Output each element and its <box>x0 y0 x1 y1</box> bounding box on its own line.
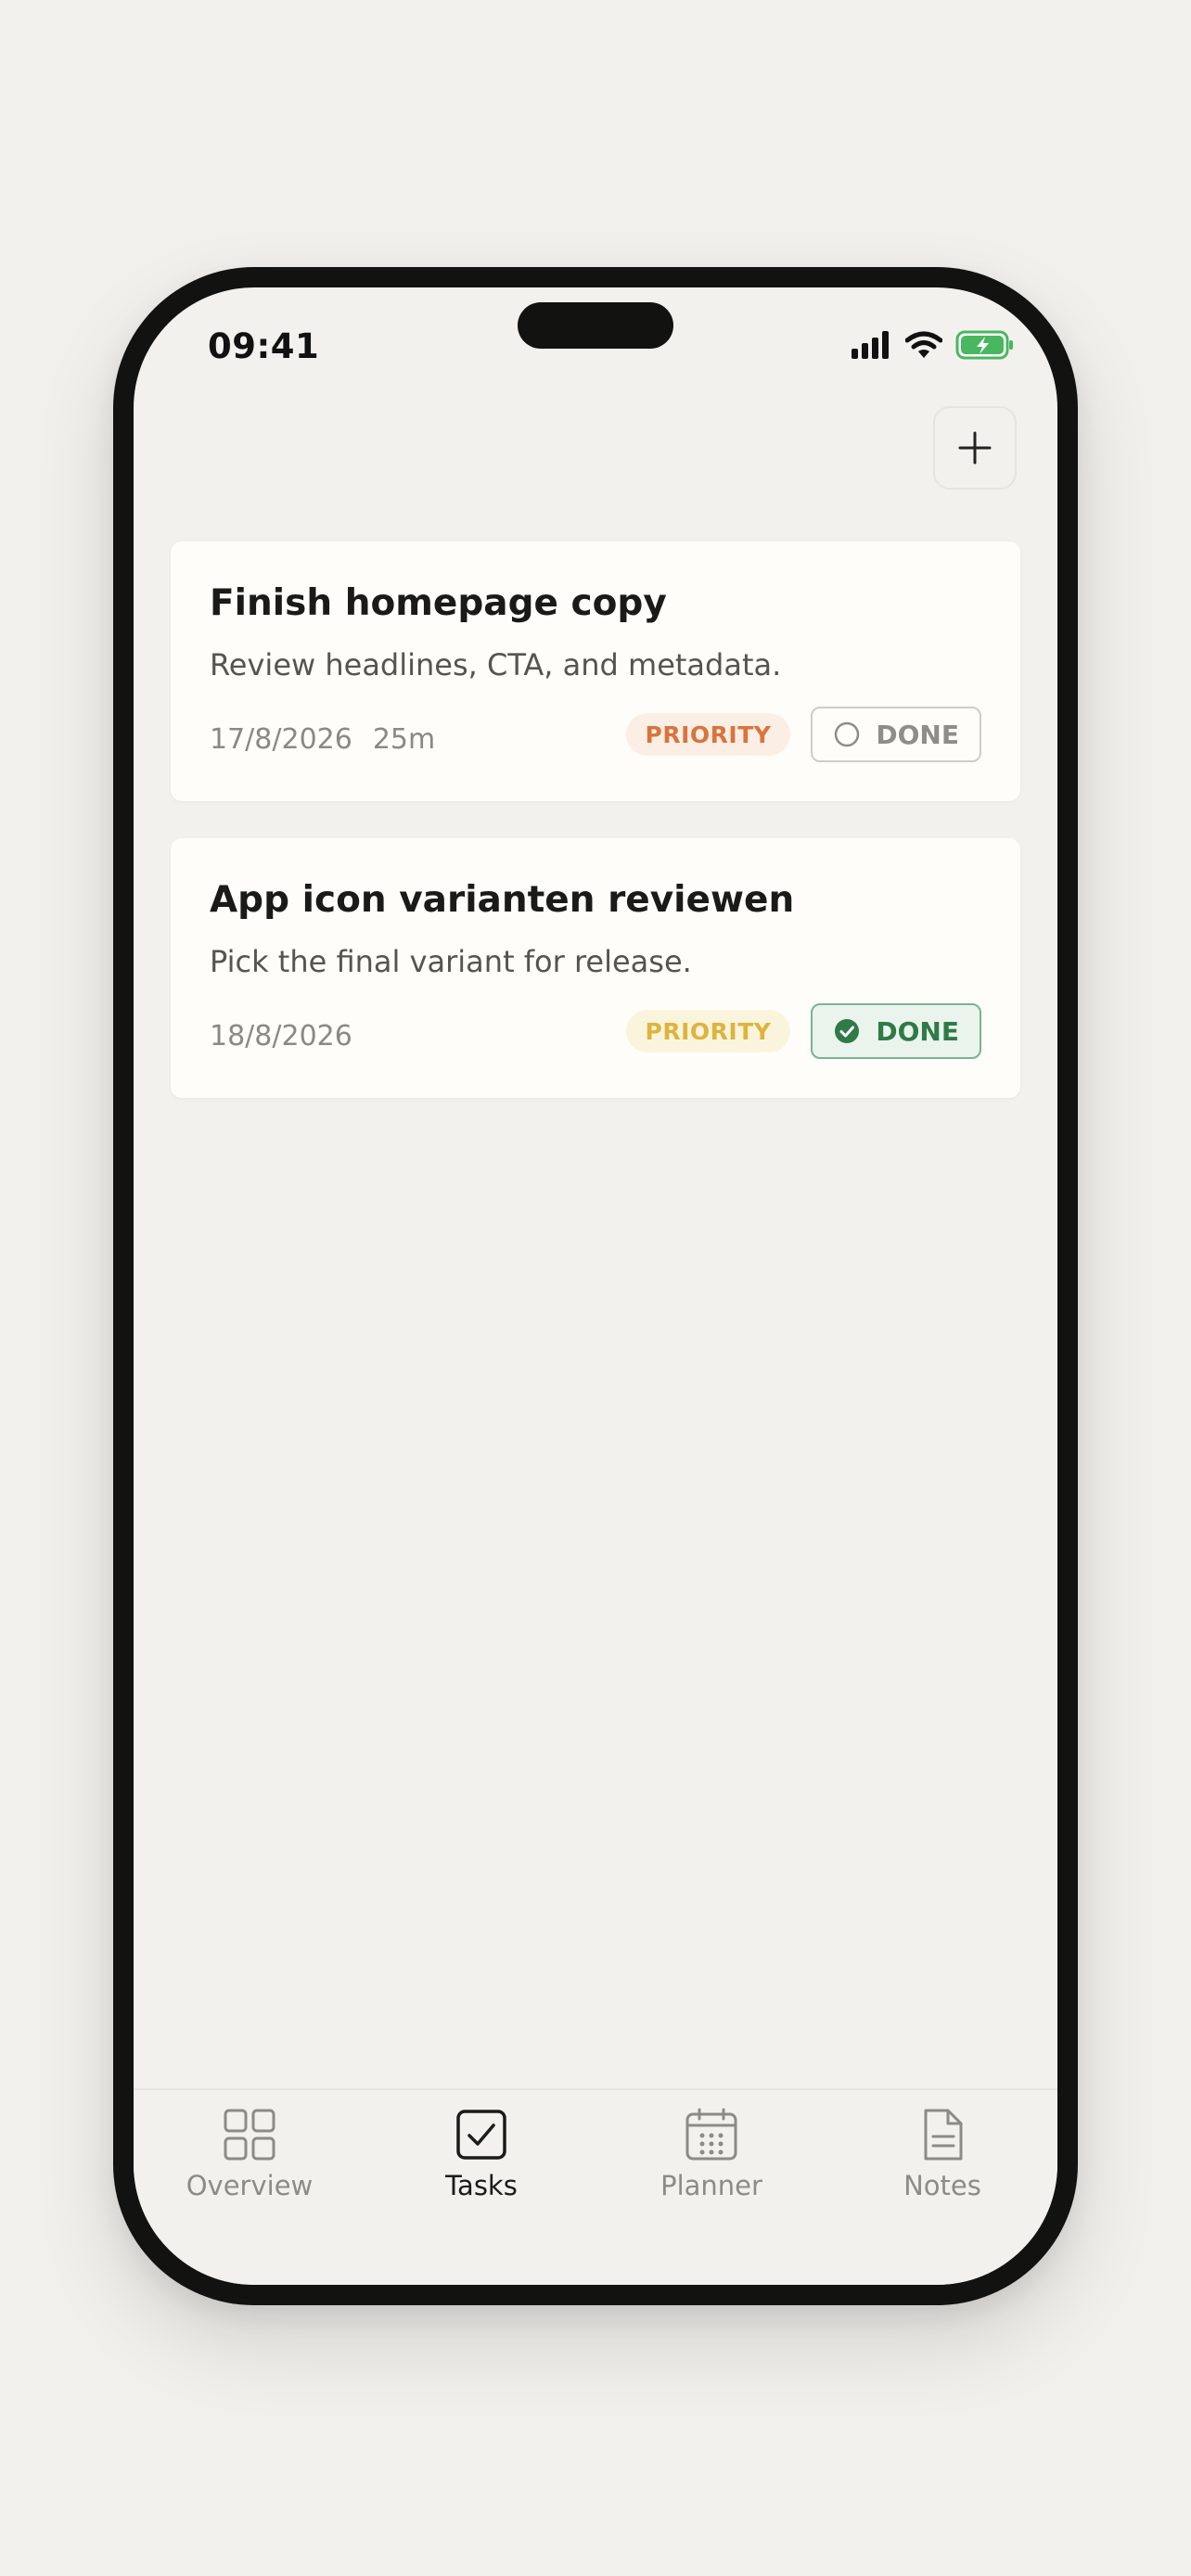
plus-icon <box>958 431 992 465</box>
add-task-button[interactable] <box>933 406 1017 490</box>
task-card[interactable]: App icon varianten reviewen Pick the fin… <box>171 838 1020 1098</box>
tab-bar: Overview Tasks Planner Notes <box>134 2088 1057 2285</box>
done-toggle-button[interactable]: DONE <box>811 1003 981 1059</box>
task-list: Finish homepage copy Review headlines, C… <box>171 542 1020 1135</box>
done-toggle-button[interactable]: DONE <box>811 707 981 762</box>
tab-label: Tasks <box>445 2170 518 2201</box>
done-label: DONE <box>876 1015 959 1047</box>
task-meta: 17/8/2026 25m <box>210 723 435 756</box>
priority-badge: PRIORITY <box>625 713 791 756</box>
grid-icon <box>224 2109 275 2161</box>
task-title: Finish homepage copy <box>210 582 667 624</box>
dynamic-island <box>518 302 673 349</box>
document-icon <box>924 2109 963 2161</box>
task-description: Pick the final variant for release. <box>210 944 692 979</box>
tab-notes[interactable]: Notes <box>850 2107 1035 2201</box>
wifi-icon <box>905 331 942 358</box>
tab-planner[interactable]: Planner <box>619 2107 804 2201</box>
task-date: 17/8/2026 <box>210 723 352 756</box>
done-label: DONE <box>876 719 959 750</box>
task-actions: PRIORITY DONE <box>625 1003 981 1059</box>
check-circle-icon <box>835 1019 860 1043</box>
battery-icon <box>955 330 1013 360</box>
signal-icon <box>852 331 889 359</box>
checkbox-icon <box>456 2110 506 2160</box>
calendar-icon <box>685 2108 737 2161</box>
status-time: 09:41 <box>208 326 320 366</box>
tab-tasks[interactable]: Tasks <box>389 2107 574 2201</box>
tab-label: Overview <box>186 2170 314 2201</box>
tab-overview[interactable]: Overview <box>157 2107 342 2201</box>
task-description: Review headlines, CTA, and metadata. <box>210 647 782 682</box>
task-meta: 18/8/2026 <box>210 1020 352 1052</box>
phone-frame: 09:41 Finish homepage copy Review headli… <box>113 267 1078 2305</box>
tab-label: Notes <box>903 2170 981 2201</box>
task-card[interactable]: Finish homepage copy Review headlines, C… <box>171 542 1020 801</box>
task-actions: PRIORITY DONE <box>625 707 981 762</box>
task-title: App icon varianten reviewen <box>210 879 795 921</box>
app-screen: 09:41 Finish homepage copy Review headli… <box>134 287 1057 2285</box>
status-icons <box>852 330 1015 360</box>
task-date: 18/8/2026 <box>210 1020 352 1052</box>
tab-label: Planner <box>660 2170 762 2201</box>
task-duration: 25m <box>372 723 436 756</box>
circle-icon <box>835 721 860 747</box>
priority-badge: PRIORITY <box>625 1010 791 1052</box>
